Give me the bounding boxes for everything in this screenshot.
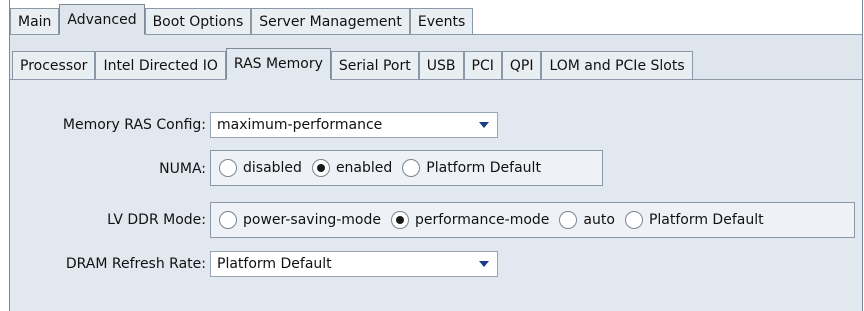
numa-radio-group: disabled enabled Platform Default — [210, 150, 603, 186]
tab-events[interactable]: Events — [409, 8, 474, 34]
radio-label: Platform Default — [648, 212, 764, 228]
tab-qpi[interactable]: QPI — [501, 51, 542, 79]
radio-label: disabled — [243, 160, 302, 176]
tab-server-management[interactable]: Server Management — [251, 8, 410, 34]
lv-ddr-option-auto[interactable]: auto — [559, 211, 615, 229]
tab-label: LOM and PCIe Slots — [549, 57, 685, 74]
radio-unchecked-icon[interactable] — [219, 211, 237, 229]
memory-ras-config-value: maximum-performance — [217, 117, 383, 133]
lv-ddr-mode-label: LV DDR Mode: — [107, 212, 206, 228]
tab-usb[interactable]: USB — [418, 51, 464, 79]
tab-label: USB — [426, 57, 456, 74]
tab-label: Server Management — [259, 13, 402, 30]
numa-option-enabled[interactable]: enabled — [311, 159, 393, 177]
tab-pci[interactable]: PCI — [463, 51, 502, 79]
numa-option-platform-default[interactable]: Platform Default — [402, 159, 541, 177]
tab-label: Serial Port — [338, 57, 411, 74]
tab-advanced[interactable]: Advanced — [59, 4, 145, 35]
radio-checked-icon[interactable] — [311, 159, 330, 177]
radio-label: auto — [583, 212, 615, 228]
tab-intel-directed-io[interactable]: Intel Directed IO — [95, 51, 226, 79]
sub-tab-bar: Processor Intel Directed IO RAS Memory S… — [10, 35, 862, 80]
dram-refresh-rate-label: DRAM Refresh Rate: — [65, 256, 206, 272]
lv-ddr-option-performance[interactable]: performance-mode — [391, 211, 549, 229]
radio-unchecked-icon[interactable] — [219, 159, 237, 177]
tab-label: Advanced — [67, 11, 137, 28]
dram-refresh-rate-dropdown[interactable]: Platform Default — [210, 251, 498, 277]
radio-label: power-saving-mode — [243, 212, 381, 228]
memory-ras-config-dropdown[interactable]: maximum-performance — [210, 112, 498, 138]
tab-lom-and-pcie-slots[interactable]: LOM and PCIe Slots — [541, 51, 693, 79]
tab-label: Boot Options — [152, 13, 244, 30]
tab-label: Events — [417, 13, 466, 30]
numa-option-disabled[interactable]: disabled — [219, 159, 302, 177]
chevron-down-icon[interactable] — [471, 252, 497, 276]
radio-label: enabled — [335, 160, 393, 176]
tab-ras-memory[interactable]: RAS Memory — [225, 48, 331, 80]
memory-ras-config-label: Memory RAS Config: — [62, 117, 206, 133]
tab-label: Main — [18, 13, 52, 30]
radio-label: performance-mode — [415, 212, 550, 228]
lv-ddr-option-power-saving[interactable]: power-saving-mode — [219, 211, 381, 229]
bios-settings-window: Main Advanced Boot Options Server Manage… — [9, 0, 863, 311]
tab-serial-port[interactable]: Serial Port — [330, 51, 419, 79]
lv-ddr-mode-radio-group: power-saving-mode performance-mode auto … — [210, 202, 855, 238]
radio-unchecked-icon[interactable] — [559, 211, 578, 229]
dram-refresh-rate-value: Platform Default — [217, 256, 332, 272]
radio-label: Platform Default — [426, 160, 541, 176]
tab-main[interactable]: Main — [10, 8, 60, 34]
tab-processor[interactable]: Processor — [12, 51, 96, 79]
radio-checked-icon[interactable] — [391, 211, 409, 229]
top-tab-bar: Main Advanced Boot Options Server Manage… — [10, 0, 862, 35]
ras-memory-panel: Memory RAS Config: maximum-performance N… — [10, 80, 862, 311]
numa-label: NUMA: — [159, 161, 206, 177]
radio-unchecked-icon[interactable] — [624, 211, 643, 229]
lv-ddr-option-platform-default[interactable]: Platform Default — [624, 211, 764, 229]
tab-label: QPI — [509, 57, 534, 74]
tab-label: Processor — [20, 57, 88, 74]
radio-unchecked-icon[interactable] — [402, 159, 421, 177]
tab-label: PCI — [471, 57, 494, 74]
tab-label: Intel Directed IO — [103, 57, 218, 74]
tab-label: RAS Memory — [233, 56, 323, 72]
tab-boot-options[interactable]: Boot Options — [144, 8, 252, 34]
chevron-down-icon[interactable] — [471, 113, 497, 137]
